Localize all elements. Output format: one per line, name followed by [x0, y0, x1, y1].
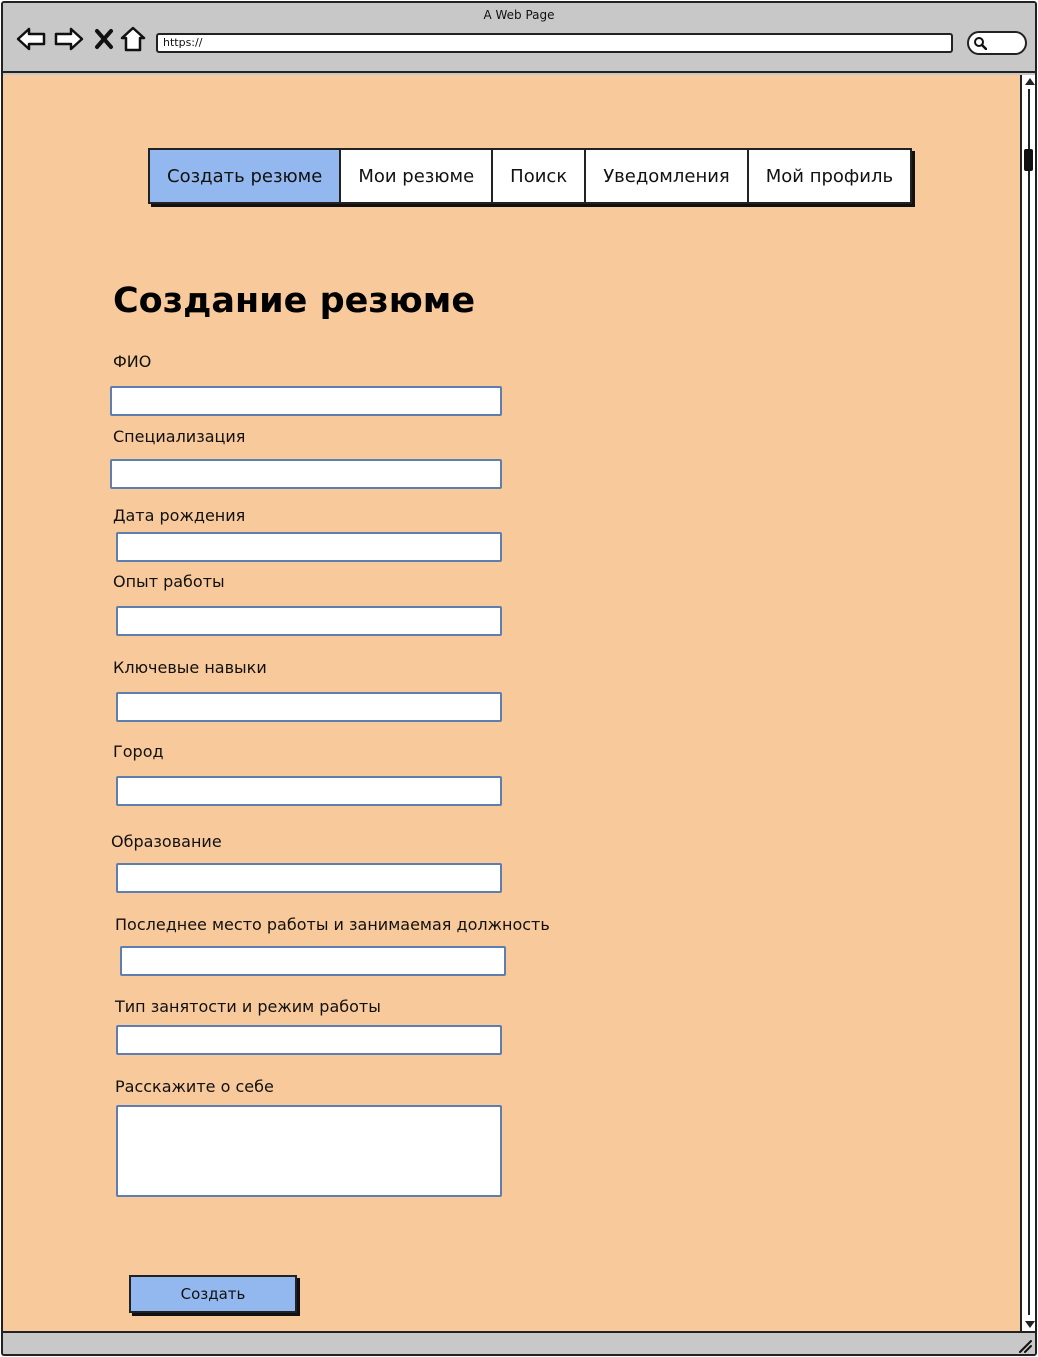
address-bar[interactable]: https:// — [156, 33, 953, 53]
specialization-input[interactable] — [110, 459, 502, 489]
scroll-track — [1028, 89, 1030, 1315]
status-bar — [3, 1331, 1035, 1354]
tab-create-resume[interactable]: Создать резюме — [150, 150, 342, 202]
label-last-job: Последнее место работы и занимаемая долж… — [115, 915, 550, 934]
label-work-experience: Опыт работы — [113, 572, 225, 591]
tab-search[interactable]: Поиск — [493, 150, 587, 202]
about-me-textarea[interactable] — [116, 1105, 502, 1197]
label-key-skills: Ключевые навыки — [113, 658, 267, 677]
full-name-input[interactable] — [110, 386, 502, 416]
tab-notifications[interactable]: Уведомления — [586, 150, 749, 202]
label-education: Образование — [111, 832, 222, 851]
browser-search-box[interactable] — [967, 31, 1027, 55]
resize-grip-icon[interactable] — [1018, 1339, 1032, 1353]
birth-date-input[interactable] — [116, 532, 502, 562]
main-nav-tabs: Создать резюме Мои резюме Поиск Уведомле… — [148, 148, 913, 204]
stop-button[interactable] — [88, 23, 120, 55]
key-skills-input[interactable] — [116, 692, 502, 722]
home-button[interactable] — [117, 23, 149, 55]
back-icon — [16, 27, 46, 51]
education-input[interactable] — [116, 863, 502, 893]
forward-icon — [54, 27, 84, 51]
work-experience-input[interactable] — [116, 606, 502, 636]
scroll-thumb[interactable] — [1024, 149, 1033, 171]
tab-my-resumes[interactable]: Мои резюме — [341, 150, 494, 202]
vertical-scrollbar[interactable] — [1020, 75, 1035, 1331]
label-specialization: Специализация — [113, 427, 246, 446]
create-button[interactable]: Создать — [129, 1275, 297, 1313]
back-button[interactable] — [15, 23, 47, 55]
label-full-name: ФИО — [113, 352, 152, 371]
scroll-up-icon[interactable] — [1025, 78, 1035, 85]
label-about-me: Расскажите о себе — [115, 1077, 274, 1096]
label-city: Город — [113, 742, 164, 761]
forward-button[interactable] — [53, 23, 85, 55]
label-birth-date: Дата рождения — [113, 506, 246, 525]
home-icon — [120, 26, 146, 52]
page-viewport: Создать резюме Мои резюме Поиск Уведомле… — [3, 75, 1020, 1331]
close-icon — [95, 29, 113, 49]
search-icon — [974, 37, 987, 50]
browser-window: A Web Page https:// Создать резюме Мои р… — [1, 1, 1037, 1356]
label-employment-type: Тип занятости и режим работы — [115, 997, 381, 1016]
window-title: A Web Page — [483, 8, 555, 22]
scroll-down-icon[interactable] — [1025, 1321, 1035, 1328]
tab-my-profile[interactable]: Мой профиль — [748, 150, 911, 202]
employment-type-input[interactable] — [116, 1025, 502, 1055]
city-input[interactable] — [116, 776, 502, 806]
last-job-input[interactable] — [120, 946, 506, 976]
browser-toolbar: A Web Page https:// — [3, 3, 1035, 73]
page-title: Создание резюме — [113, 281, 476, 321]
